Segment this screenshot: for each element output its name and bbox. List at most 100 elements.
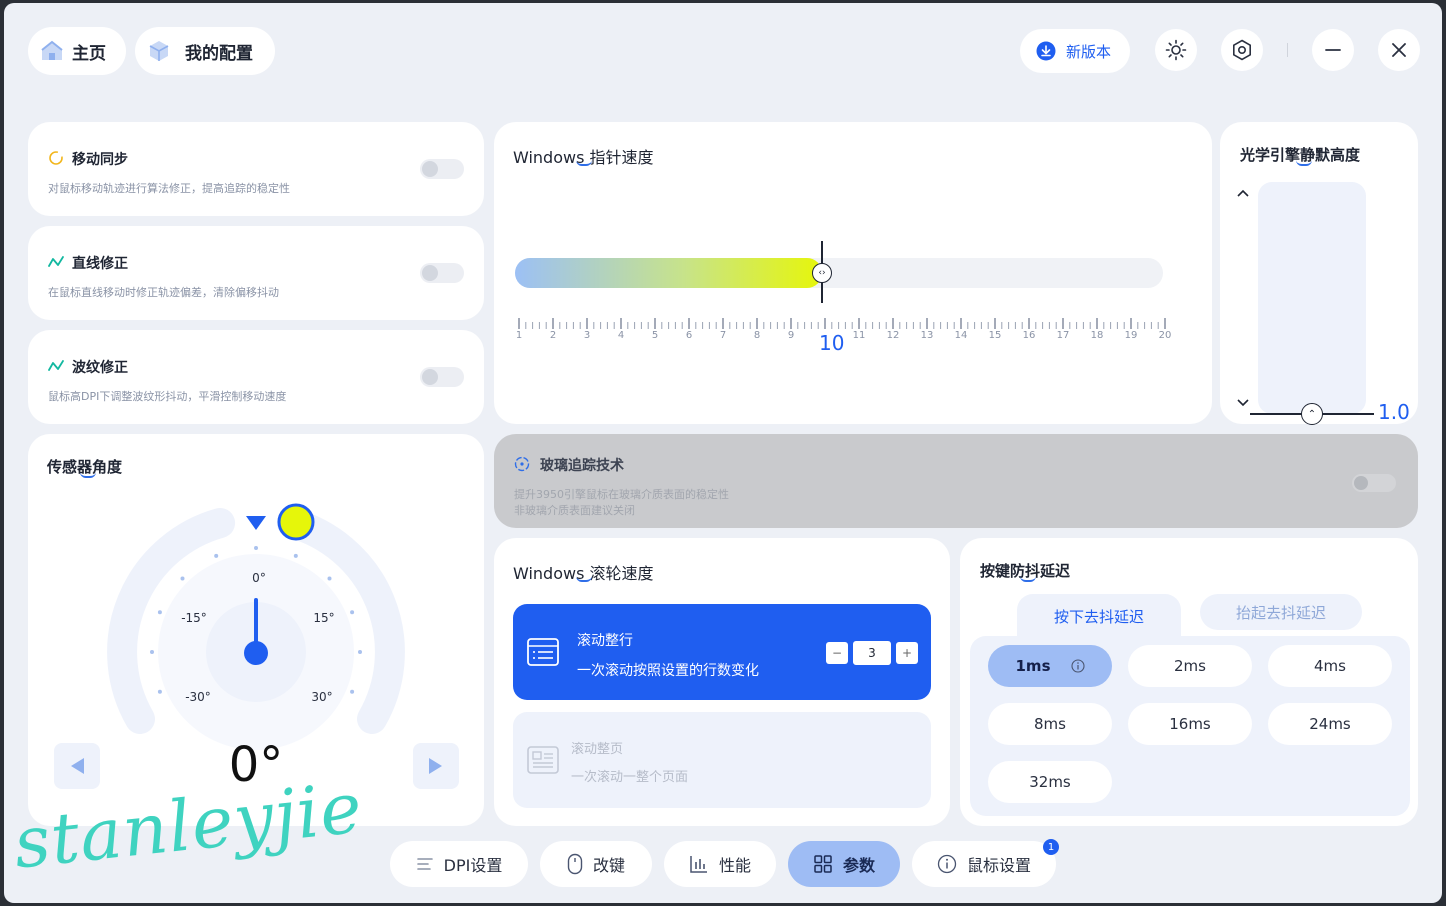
tab-remap[interactable]: 改键 bbox=[540, 841, 652, 887]
ruler-tick-label: 2 bbox=[549, 330, 557, 341]
scroll-lines-increase[interactable]: + bbox=[896, 642, 918, 664]
title-accent bbox=[1020, 576, 1036, 582]
pointer-speed-value: 10 bbox=[819, 331, 845, 355]
tab-dpi-label: DPI设置 bbox=[443, 856, 503, 875]
dpi-icon bbox=[416, 858, 433, 870]
angle-snap-card: 直线修正 在鼠标直线移动时修正轨迹偏差，清除偏移抖动 bbox=[28, 226, 484, 320]
new-version-button[interactable]: 新版本 bbox=[1020, 29, 1130, 73]
my-config-label: 我的配置 bbox=[185, 43, 253, 64]
tab-performance-label: 性能 bbox=[718, 856, 751, 875]
tab-performance[interactable]: 性能 bbox=[664, 841, 776, 887]
sun-icon bbox=[1165, 39, 1187, 61]
angle-snap-toggle[interactable] bbox=[420, 263, 464, 283]
debounce-option-2ms[interactable]: 2ms bbox=[1128, 645, 1252, 687]
gear-icon bbox=[1233, 39, 1251, 61]
pointer-speed-fill bbox=[515, 258, 822, 288]
pointer-speed-thumb[interactable]: ‹› bbox=[812, 263, 832, 283]
ruler-tick-label: 19 bbox=[1124, 330, 1138, 341]
scroll-page-option[interactable]: 滚动整页 一次滚动一整个页面 bbox=[513, 712, 931, 808]
info-circle-icon bbox=[937, 854, 957, 874]
debounce-option-16ms[interactable]: 16ms bbox=[1128, 703, 1252, 745]
tab-press-debounce[interactable]: 按下去抖延迟 bbox=[1017, 594, 1181, 638]
minimize-icon bbox=[1325, 49, 1341, 51]
angle-label-30: 30° bbox=[311, 690, 333, 704]
ruler-tick-label: 3 bbox=[583, 330, 591, 341]
angle-snap-title: 直线修正 bbox=[72, 256, 128, 272]
angle-decrease-button[interactable] bbox=[54, 743, 100, 789]
grid-icon bbox=[814, 855, 832, 873]
angle-label-15: 15° bbox=[313, 611, 335, 625]
debounce-option-4ms[interactable]: 4ms bbox=[1268, 645, 1392, 687]
ruler-tick-label: 9 bbox=[787, 330, 795, 341]
ruler-tick-label: 6 bbox=[685, 330, 693, 341]
tab-parameters-label: 参数 bbox=[842, 856, 875, 875]
scroll-lines-option[interactable]: 滚动整行 一次滚动按照设置的行数变化 − 3 + bbox=[513, 604, 931, 700]
lod-bar[interactable] bbox=[1258, 182, 1366, 414]
mouse-icon bbox=[567, 853, 583, 875]
glass-tracking-title: 玻璃追踪技术 bbox=[540, 458, 624, 474]
scroll-lines-value[interactable]: 3 bbox=[853, 641, 891, 665]
home-tab[interactable]: 主页 bbox=[28, 27, 126, 75]
debounce-option-label: 1ms bbox=[1015, 657, 1051, 675]
ripple-control-card: 波纹修正 鼠标高DPI下调整波纹形抖动，平滑控制移动速度 bbox=[28, 330, 484, 424]
home-icon bbox=[41, 40, 63, 60]
scroll-lines-title: 滚动整行 bbox=[577, 633, 633, 649]
pointer-speed-ruler bbox=[518, 318, 1166, 329]
page-icon bbox=[527, 746, 559, 774]
performance-icon bbox=[690, 856, 707, 873]
my-config-tab[interactable]: 我的配置 bbox=[135, 27, 275, 75]
chevron-down-icon[interactable] bbox=[1236, 398, 1250, 408]
angle-label-0: 0° bbox=[252, 571, 266, 585]
tab-mouse-settings-label: 鼠标设置 bbox=[966, 856, 1031, 875]
lod-thumb[interactable]: ⌃ bbox=[1301, 403, 1323, 425]
motion-sync-desc: 对鼠标移动轨迹进行算法修正，提高追踪的稳定性 bbox=[48, 182, 290, 195]
scroll-lines-decrease[interactable]: − bbox=[826, 642, 848, 664]
ruler-tick-label: 5 bbox=[651, 330, 659, 341]
close-button[interactable] bbox=[1378, 29, 1420, 71]
new-version-label: 新版本 bbox=[1066, 42, 1112, 61]
crosshair-icon bbox=[514, 456, 530, 472]
ruler-tick-label: 1 bbox=[515, 330, 523, 341]
ruler-tick-label: 17 bbox=[1056, 330, 1070, 341]
debounce-option-8ms[interactable]: 8ms bbox=[988, 703, 1112, 745]
ruler-tick-label: 18 bbox=[1090, 330, 1104, 341]
glass-tracking-desc1: 提升3950引擎鼠标在玻璃介质表面的稳定性 bbox=[514, 488, 729, 501]
glass-tracking-card: 玻璃追踪技术 提升3950引擎鼠标在玻璃介质表面的稳定性 非玻璃介质表面建议关闭 bbox=[494, 434, 1418, 528]
cube-icon bbox=[149, 41, 169, 61]
info-icon[interactable] bbox=[1070, 659, 1085, 673]
theme-button[interactable] bbox=[1155, 29, 1197, 71]
angle-increase-button[interactable] bbox=[413, 743, 459, 789]
debounce-option-32ms[interactable]: 32ms bbox=[988, 761, 1112, 803]
tab-dpi[interactable]: DPI设置 bbox=[390, 841, 528, 887]
glass-tracking-toggle[interactable] bbox=[1352, 474, 1396, 492]
debounce-option-24ms[interactable]: 24ms bbox=[1268, 703, 1392, 745]
chevron-up-icon[interactable] bbox=[1236, 188, 1250, 198]
scroll-lines-desc: 一次滚动按照设置的行数变化 bbox=[577, 663, 759, 679]
sync-icon bbox=[49, 151, 63, 165]
tab-mouse-settings[interactable]: 鼠标设置 bbox=[912, 841, 1056, 887]
debounce-option-1ms[interactable]: 1ms bbox=[988, 645, 1112, 687]
list-icon bbox=[527, 638, 559, 666]
motion-sync-title: 移动同步 bbox=[72, 152, 128, 168]
tab-parameters[interactable]: 参数 bbox=[788, 841, 900, 887]
tab-release-debounce[interactable]: 抬起去抖延迟 bbox=[1200, 594, 1362, 630]
ruler-tick-label: 14 bbox=[954, 330, 968, 341]
app-window: 主页 我的配置 新版本 移动同步 对鼠标移动轨迹进行算法修正，提高追踪的稳定性 … bbox=[4, 3, 1442, 903]
ruler-tick-label: 12 bbox=[886, 330, 900, 341]
scroll-page-desc: 一次滚动一整个页面 bbox=[571, 770, 689, 785]
settings-button[interactable] bbox=[1221, 29, 1263, 71]
header-divider bbox=[1287, 43, 1288, 57]
ruler-tick-label: 11 bbox=[852, 330, 866, 341]
angle-label-minus15: -15° bbox=[181, 611, 207, 625]
lod-card: 光学引擎静默高度 ⌃ 1.0 bbox=[1220, 122, 1418, 425]
ruler-tick-label: 13 bbox=[920, 330, 934, 341]
download-icon bbox=[1036, 41, 1056, 61]
ripple-control-toggle[interactable] bbox=[420, 367, 464, 387]
ruler-tick-label: 20 bbox=[1158, 330, 1172, 341]
close-icon bbox=[1392, 43, 1406, 57]
motion-sync-toggle[interactable] bbox=[420, 159, 464, 179]
title-accent bbox=[1296, 160, 1312, 166]
minimize-button[interactable] bbox=[1312, 29, 1354, 71]
arrow-left-icon bbox=[71, 758, 84, 774]
glass-tracking-desc2: 非玻璃介质表面建议关闭 bbox=[514, 504, 635, 517]
